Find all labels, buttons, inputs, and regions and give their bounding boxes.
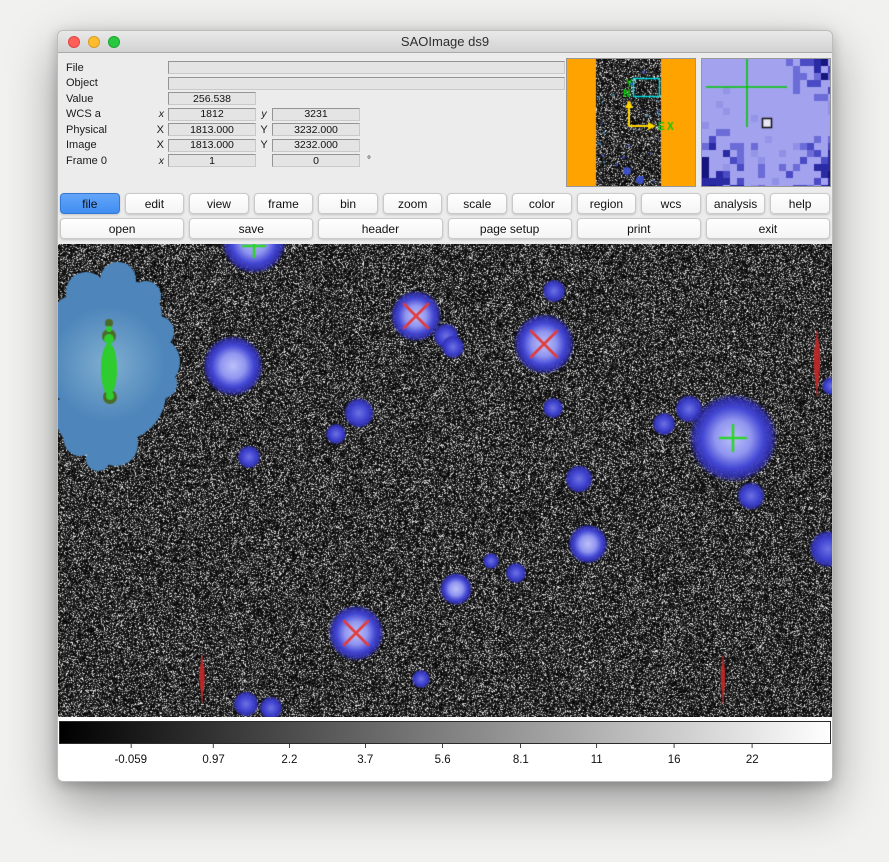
colorbar-tick: 8.1 bbox=[513, 744, 529, 766]
physical-row: Physical X Y bbox=[66, 122, 565, 138]
wcs-y-field[interactable] bbox=[272, 108, 360, 121]
magnifier-canvas bbox=[702, 59, 830, 186]
tick-label: 3.7 bbox=[357, 754, 373, 766]
menu-analysis-button[interactable]: analysis bbox=[706, 193, 766, 214]
frame-rotation-field[interactable] bbox=[272, 154, 360, 167]
frame-row: Frame 0 x ° bbox=[66, 153, 565, 169]
image-row: Image X Y bbox=[66, 138, 565, 154]
traffic-lights bbox=[68, 31, 120, 52]
magnifier-panel bbox=[701, 58, 831, 187]
menu-color-button[interactable]: color bbox=[512, 193, 572, 214]
menu-exit-button[interactable]: exit bbox=[706, 218, 830, 239]
colorbar-tick: -0.059 bbox=[114, 744, 147, 766]
menu-print-button[interactable]: print bbox=[577, 218, 701, 239]
physical-y-field[interactable] bbox=[272, 123, 360, 136]
value-label: Value bbox=[66, 93, 152, 105]
menu-wcs-button[interactable]: wcs bbox=[641, 193, 701, 214]
tick-mark bbox=[213, 744, 214, 748]
file-field[interactable] bbox=[168, 61, 565, 74]
coordinate-readout: File Object Value WCS a x y bbox=[66, 60, 565, 169]
panner-canvas[interactable] bbox=[567, 59, 695, 186]
window-title: SAOImage ds9 bbox=[58, 34, 832, 49]
close-button[interactable] bbox=[68, 36, 80, 48]
degree-symbol: ° bbox=[367, 155, 371, 166]
file-row: File bbox=[66, 60, 565, 76]
menu-frame-button[interactable]: frame bbox=[254, 193, 314, 214]
tick-label: 11 bbox=[591, 754, 603, 766]
menu-page-setup-button[interactable]: page setup bbox=[448, 218, 572, 239]
image-x-sublabel: X bbox=[152, 139, 168, 151]
image-label: Image bbox=[66, 139, 152, 151]
menu-help-button[interactable]: help bbox=[770, 193, 830, 214]
menu-view-button[interactable]: view bbox=[189, 193, 249, 214]
tick-mark bbox=[674, 744, 675, 748]
panner-panel[interactable] bbox=[566, 58, 696, 187]
tick-label: -0.059 bbox=[114, 754, 147, 766]
tick-label: 5.6 bbox=[435, 754, 451, 766]
tick-mark bbox=[130, 744, 131, 748]
value-field[interactable] bbox=[168, 92, 256, 105]
physical-y-sublabel: Y bbox=[256, 124, 272, 136]
frame-label: Frame 0 bbox=[66, 155, 152, 167]
tick-label: 16 bbox=[668, 754, 681, 766]
physical-x-field[interactable] bbox=[168, 123, 256, 136]
colorbar-tick: 16 bbox=[668, 744, 681, 766]
colorbar-section: -0.059 0.97 2.2 3.7 5.6 8.1 11 16 22 bbox=[58, 717, 832, 781]
frame-x-sublabel: x bbox=[152, 155, 168, 167]
file-label: File bbox=[66, 62, 152, 74]
colorbar-ticks: -0.059 0.97 2.2 3.7 5.6 8.1 11 16 22 bbox=[58, 744, 832, 778]
menu-bin-button[interactable]: bin bbox=[318, 193, 378, 214]
wcs-row: WCS a x y bbox=[66, 107, 565, 123]
value-row: Value bbox=[66, 91, 565, 107]
colorbar-tick: 0.97 bbox=[202, 744, 224, 766]
titlebar[interactable]: SAOImage ds9 bbox=[58, 31, 832, 53]
image-y-sublabel: Y bbox=[256, 139, 272, 151]
tick-label: 0.97 bbox=[202, 754, 224, 766]
frame-zoom-field[interactable] bbox=[168, 154, 256, 167]
image-y-field[interactable] bbox=[272, 139, 360, 152]
main-image-canvas[interactable] bbox=[58, 244, 833, 717]
tick-mark bbox=[289, 744, 290, 748]
tick-mark bbox=[442, 744, 443, 748]
tick-mark bbox=[520, 744, 521, 748]
wcs-y-sublabel: y bbox=[256, 108, 272, 120]
menu-header-button[interactable]: header bbox=[318, 218, 442, 239]
colorbar-tick: 2.2 bbox=[281, 744, 297, 766]
tick-label: 2.2 bbox=[281, 754, 297, 766]
tick-label: 22 bbox=[746, 754, 759, 766]
wcs-label: WCS a bbox=[66, 108, 152, 120]
physical-label: Physical bbox=[66, 124, 152, 136]
tick-mark bbox=[596, 744, 597, 748]
physical-x-sublabel: X bbox=[152, 124, 168, 136]
zoom-button[interactable] bbox=[108, 36, 120, 48]
object-label: Object bbox=[66, 77, 152, 89]
info-panel: File Object Value WCS a x y bbox=[58, 53, 832, 191]
menu-zoom-button[interactable]: zoom bbox=[383, 193, 443, 214]
menu-scale-button[interactable]: scale bbox=[447, 193, 507, 214]
tick-label: 8.1 bbox=[513, 754, 529, 766]
image-x-field[interactable] bbox=[168, 139, 256, 152]
object-row: Object bbox=[66, 76, 565, 92]
menu-file-button[interactable]: file bbox=[60, 193, 120, 214]
colorbar-tick: 11 bbox=[591, 744, 603, 766]
colorbar-tick: 3.7 bbox=[357, 744, 373, 766]
tick-mark bbox=[365, 744, 366, 748]
menu-edit-button[interactable]: edit bbox=[125, 193, 185, 214]
colorbar-tick: 22 bbox=[746, 744, 759, 766]
wcs-x-field[interactable] bbox=[168, 108, 256, 121]
colorbar[interactable] bbox=[59, 721, 831, 744]
menu-open-button[interactable]: open bbox=[60, 218, 184, 239]
image-display bbox=[58, 244, 832, 717]
menu-region-button[interactable]: region bbox=[577, 193, 637, 214]
tick-mark bbox=[752, 744, 753, 748]
ds9-window: SAOImage ds9 File Object Value WCS a x bbox=[57, 30, 833, 782]
colorbar-tick: 5.6 bbox=[435, 744, 451, 766]
menu-bar: fileeditviewframebinzoomscalecolorregion… bbox=[58, 191, 832, 216]
submenu-bar: opensaveheader page setupprintexit bbox=[58, 216, 832, 241]
minimize-button[interactable] bbox=[88, 36, 100, 48]
object-field[interactable] bbox=[168, 77, 565, 90]
wcs-x-sublabel: x bbox=[152, 108, 168, 120]
menu-save-button[interactable]: save bbox=[189, 218, 313, 239]
